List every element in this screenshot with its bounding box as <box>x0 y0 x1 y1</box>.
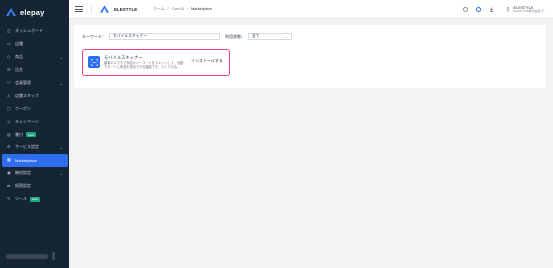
sidebar-footer <box>6 252 62 260</box>
hamburger-menu-icon[interactable] <box>75 5 83 13</box>
divider <box>91 4 92 14</box>
app-card-mobile-scanner[interactable]: モバイルスキャナー 顧客のスマホで商品のバーコードをスキャンして、自動でカートに… <box>82 49 230 76</box>
sidebar-item-label: 会員管理 <box>15 80 31 85</box>
breadcrumb-store[interactable]: Over24 <box>172 7 184 11</box>
sidebar-nav: ◫ ダッシュボード ▭ 店舗 ◇ 商品 ⌄ ☰ 注文 ⚇ 会員管理 ⌄ ♙ 店舗スタッフ ▢ クーポン ◁ キャン… <box>0 25 69 205</box>
brand-logo-icon <box>100 5 109 13</box>
top-bar: ELESTYLE ホーム / Over24 / Marketplace ELES… <box>69 0 553 19</box>
breadcrumb-home[interactable]: ホーム <box>153 7 164 12</box>
doc-icon: ▤ <box>7 131 11 137</box>
sidebar-item-label: 店舗 <box>15 41 23 47</box>
chevron-down-icon: ⌄ <box>285 34 288 39</box>
user-icon <box>506 7 511 12</box>
people-icon: ⚇ <box>7 80 11 85</box>
app-card-description: 顧客のスマホで商品のバーコードをスキャンして、自動でカートに商品を追加できる機能… <box>104 61 184 70</box>
keyword-input[interactable]: モバイルスキャナー <box>109 33 220 40</box>
coupon-icon: ▢ <box>7 105 11 111</box>
top-right-actions: ELESTYLE ELESTYLE株式会社(テ... <box>463 0 547 19</box>
filter-bar: キーワード： モバイルスキャナー 利用状態： 全て ⌄ <box>82 33 292 40</box>
brand-name: ELESTYLE <box>114 6 138 12</box>
sidebar-item-3[interactable]: ◇ 商品 ⌄ <box>0 51 69 64</box>
sidebar-item-label: クーポン <box>15 105 31 111</box>
scanner-icon <box>88 56 100 68</box>
settings-icon: ⚙ <box>7 144 11 150</box>
breadcrumb-current: Marketplace <box>191 7 212 11</box>
user-company: ELESTYLE株式会社(テ... <box>513 9 547 13</box>
sidebar-item-label: Marketplace <box>15 157 37 163</box>
beta-badge: beta <box>26 132 36 138</box>
sidebar-item-14[interactable]: ✎ ツール beta <box>0 193 69 206</box>
device-icon: ▣ <box>7 170 11 176</box>
sidebar-item-4[interactable]: ☰ 注文 <box>0 64 69 77</box>
sidebar-item-label: ツール <box>15 196 27 202</box>
sidebar: elepay ◫ ダッシュボード ▭ 店舗 ◇ 商品 ⌄ ☰ 注文 ⚇ 会員管理 ⌄ ♙ 店舗スタッフ ▢ ク… <box>0 0 69 268</box>
sidebar-item-6[interactable]: ♙ 店舗スタッフ <box>0 89 69 102</box>
status-select[interactable]: 全て ⌄ <box>248 33 292 40</box>
beta-badge: beta <box>30 196 40 202</box>
sidebar-item-5[interactable]: ⚇ 会員管理 ⌄ <box>0 77 69 90</box>
tool-icon: ✎ <box>7 196 11 202</box>
logo-text: elepay <box>20 7 45 17</box>
sidebar-item-1[interactable]: ◫ ダッシュボード <box>0 25 69 38</box>
sidebar-item-label: 注文 <box>15 67 23 73</box>
sidebar-item-11[interactable]: ▦ Marketplace <box>2 153 68 167</box>
sidebar-item-label: 商品 <box>15 54 23 60</box>
sidebar-item-label: 書付 <box>15 131 23 137</box>
megaphone-icon: ◁ <box>7 118 11 124</box>
chevron-down-icon: ⌄ <box>59 80 63 86</box>
sidebar-item-label: 店舗スタッフ <box>15 92 39 98</box>
transfer-icon: ⇄ <box>7 183 11 189</box>
sidebar-item-10[interactable]: ⚙ サービス設定 ⌄ <box>0 141 69 154</box>
breadcrumb: ホーム / Over24 / Marketplace <box>153 7 212 12</box>
store-icon: ▭ <box>7 41 11 47</box>
blurred-account-name <box>6 253 48 259</box>
list-icon: ☰ <box>7 67 11 73</box>
grid-icon: ▦ <box>7 157 11 163</box>
chevron-down-icon: ⌄ <box>59 170 63 176</box>
sidebar-item-13[interactable]: ⇄ 振替設定 <box>0 180 69 193</box>
sidebar-item-label: キャンペーン <box>15 118 39 124</box>
sidebar-item-label: 振替設定 <box>15 183 31 189</box>
status-select-value: 全て <box>252 34 260 38</box>
person-icon: ♙ <box>7 92 11 98</box>
status-label: 利用状態： <box>225 33 245 39</box>
breadcrumb-separator: / <box>167 7 169 11</box>
sidebar-item-label: ダッシュボード <box>15 28 43 34</box>
sidebar-item-label: サービス設定 <box>15 144 39 150</box>
user-menu[interactable]: ELESTYLE ELESTYLE株式会社(テ... <box>506 5 547 14</box>
dashboard-icon: ◫ <box>7 28 11 34</box>
notification-icon[interactable] <box>463 7 469 12</box>
chevron-down-icon: ⌄ <box>59 54 63 60</box>
logo[interactable]: elepay <box>0 0 69 19</box>
install-button[interactable]: インストールする <box>191 58 223 64</box>
sidebar-item-8[interactable]: ◁ キャンペーン <box>0 115 69 128</box>
sidebar-item-7[interactable]: ▢ クーポン <box>0 102 69 115</box>
breadcrumb-separator: / <box>187 7 189 11</box>
tag-icon: ◇ <box>7 54 11 60</box>
sidebar-item-2[interactable]: ▭ 店舗 <box>0 38 69 51</box>
download-icon[interactable] <box>489 7 494 12</box>
sidebar-item-12[interactable]: ▣ 機材設定 ⌄ <box>0 167 69 180</box>
keyword-label: キーワード： <box>82 33 106 39</box>
help-icon[interactable] <box>476 7 482 12</box>
chevron-down-icon: ⌄ <box>59 144 63 150</box>
account-menu-button[interactable] <box>52 252 55 260</box>
sidebar-item-label: 機材設定 <box>15 170 31 176</box>
elepay-logo-icon <box>6 8 16 16</box>
sidebar-item-9[interactable]: ▤ 書付 beta <box>0 128 69 141</box>
